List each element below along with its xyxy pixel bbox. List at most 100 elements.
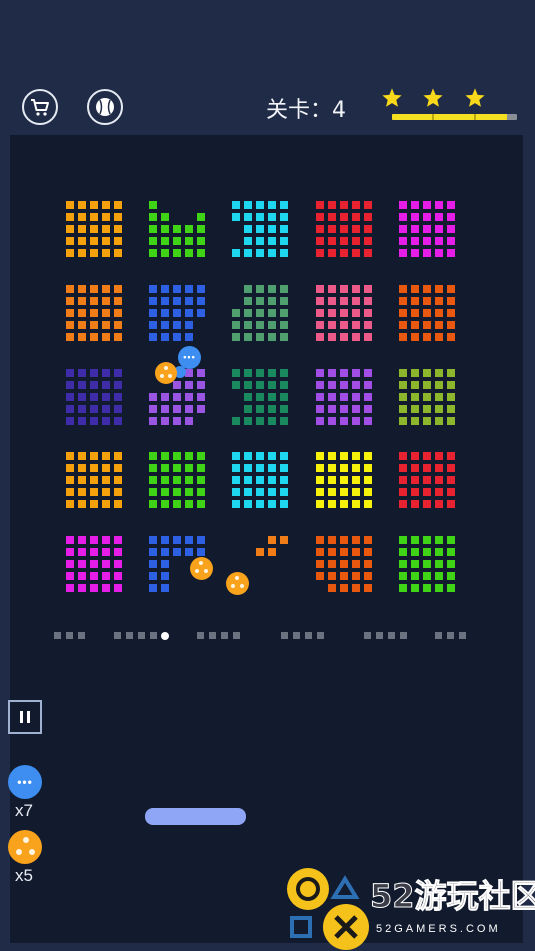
indicator-dot xyxy=(138,632,145,639)
brick-cell xyxy=(149,405,157,413)
brick-cell xyxy=(232,452,240,460)
brick-cell xyxy=(447,309,455,317)
brick-block xyxy=(316,201,373,258)
brick-cell xyxy=(399,536,407,544)
brick-cell xyxy=(423,452,431,460)
brick-cell xyxy=(232,201,240,209)
brick-cell xyxy=(78,309,86,317)
brick-cell xyxy=(352,213,360,221)
brick-block xyxy=(316,369,373,426)
brick-cell xyxy=(149,249,157,257)
indicator-dot xyxy=(305,632,312,639)
brick-cell xyxy=(447,321,455,329)
brick-cell xyxy=(340,584,348,592)
brick-cell xyxy=(256,488,264,496)
brick-cell xyxy=(197,249,205,257)
brick-cell xyxy=(316,417,324,425)
brick-cell xyxy=(435,417,443,425)
shop-button[interactable] xyxy=(22,89,58,125)
brick-cell xyxy=(102,500,110,508)
brick-cell xyxy=(66,321,74,329)
brick-cell xyxy=(447,285,455,293)
brick-cell xyxy=(232,488,240,496)
triple-ball-orange-icon[interactable] xyxy=(8,830,42,864)
brick-cell xyxy=(78,452,86,460)
brick-cell xyxy=(328,201,336,209)
brick-cell xyxy=(352,225,360,233)
brick-cell xyxy=(197,213,205,221)
brick-block xyxy=(149,285,206,342)
brick-cell xyxy=(328,572,336,580)
brick-cell xyxy=(328,213,336,221)
ball-select-button[interactable] xyxy=(87,89,123,125)
brick-cell xyxy=(102,369,110,377)
brick-cell xyxy=(411,201,419,209)
brick-cell xyxy=(280,285,288,293)
brick-cell xyxy=(340,333,348,341)
watermark: 52游玩社区 52GAMERS.COM xyxy=(286,865,535,951)
brick-cell xyxy=(66,417,74,425)
brick-cell xyxy=(447,488,455,496)
brick-cell xyxy=(173,476,181,484)
brick-cell xyxy=(90,488,98,496)
star-icon xyxy=(465,88,485,107)
brick-cell xyxy=(256,297,264,305)
indicator-dot xyxy=(459,632,466,639)
brick-block xyxy=(66,536,123,593)
brick-cell xyxy=(102,548,110,556)
brick-cell xyxy=(185,476,193,484)
brick-cell xyxy=(185,285,193,293)
brick-cell xyxy=(316,309,324,317)
brick-cell xyxy=(66,393,74,401)
brick-cell xyxy=(173,309,181,317)
pause-button[interactable] xyxy=(8,700,42,734)
baseball-icon xyxy=(96,98,114,116)
paddle[interactable] xyxy=(145,808,246,825)
brick-cell xyxy=(328,584,336,592)
indicator-dot xyxy=(400,632,407,639)
brick-cell xyxy=(268,297,276,305)
brick-cell xyxy=(435,464,443,472)
brick-cell xyxy=(114,249,122,257)
brick-cell xyxy=(435,452,443,460)
brick-cell xyxy=(90,476,98,484)
brick-cell xyxy=(328,225,336,233)
brick-cell xyxy=(78,381,86,389)
brick-cell xyxy=(435,333,443,341)
brick-cell xyxy=(364,201,372,209)
brick-cell xyxy=(78,417,86,425)
brick-cell xyxy=(161,309,169,317)
brick-cell xyxy=(280,321,288,329)
brick-cell xyxy=(328,369,336,377)
brick-cell xyxy=(435,369,443,377)
brick-cell xyxy=(185,417,193,425)
brick-cell xyxy=(197,369,205,377)
brick-cell xyxy=(435,285,443,293)
brick-cell xyxy=(102,213,110,221)
brick-cell xyxy=(102,333,110,341)
brick-cell xyxy=(78,536,86,544)
brick-cell xyxy=(66,225,74,233)
brick-cell xyxy=(114,297,122,305)
brick-cell xyxy=(102,393,110,401)
brick-cell xyxy=(364,476,372,484)
brick-cell xyxy=(185,500,193,508)
brick-cell xyxy=(280,381,288,389)
brick-cell xyxy=(435,572,443,580)
brick-cell xyxy=(173,488,181,496)
brick-cell xyxy=(316,225,324,233)
brick-cell xyxy=(185,369,193,377)
brick-cell xyxy=(90,464,98,472)
brick-cell xyxy=(256,452,264,460)
brick-cell xyxy=(149,393,157,401)
brick-cell xyxy=(447,225,455,233)
brick-cell xyxy=(447,452,455,460)
brick-cell xyxy=(114,333,122,341)
brick-cell xyxy=(268,213,276,221)
brick-cell xyxy=(280,201,288,209)
brick-cell xyxy=(435,225,443,233)
brick-cell xyxy=(328,560,336,568)
multi-ball-blue-icon[interactable]: ••• xyxy=(8,765,42,799)
brick-cell xyxy=(256,309,264,317)
brick-cell xyxy=(364,225,372,233)
